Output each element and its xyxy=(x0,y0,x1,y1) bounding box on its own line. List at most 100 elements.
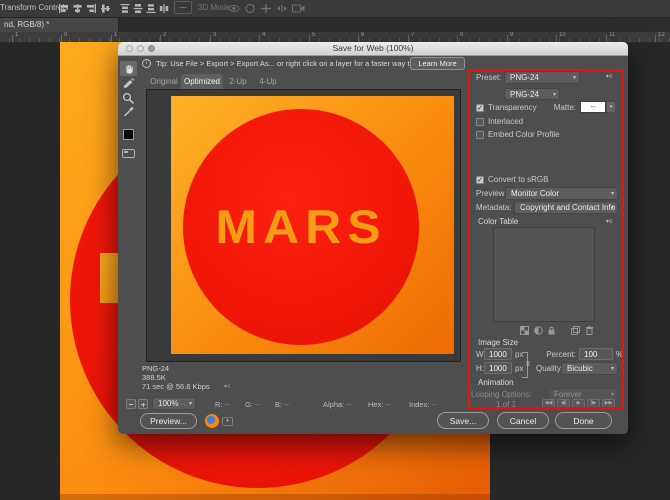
document-tab[interactable]: nd, RGB/8) * xyxy=(0,18,119,32)
new-color-icon[interactable] xyxy=(571,326,580,335)
play-button[interactable]: ▶ xyxy=(572,399,585,408)
quality-select[interactable]: Bicubic ▾ xyxy=(561,362,618,375)
pan-3d-icon[interactable] xyxy=(260,3,272,14)
zoom-tool[interactable] xyxy=(122,92,135,105)
matte-select-arrow[interactable]: ▾ xyxy=(606,101,616,113)
looping-options-label: Looping Options: xyxy=(471,390,532,400)
ruler-label: 5 xyxy=(312,32,315,38)
transparency-checkbox[interactable]: ✓ xyxy=(476,104,484,112)
cancel-button[interactable]: Cancel xyxy=(497,412,549,429)
preview-mode-value: Monitor Color xyxy=(511,189,559,198)
ruler-label: 0 xyxy=(64,32,67,38)
zoom-in-button[interactable] xyxy=(138,399,148,409)
document-tab-title: nd, RGB/8) * xyxy=(0,18,118,32)
done-button[interactable]: Done xyxy=(555,412,612,429)
camera-3d-icon[interactable] xyxy=(292,4,305,13)
distribute-bottom-icon[interactable] xyxy=(146,4,156,13)
preview-mode-select[interactable]: Monitor Color ▾ xyxy=(505,187,618,200)
minimize-window-button[interactable] xyxy=(137,45,144,52)
tab-original[interactable]: Original xyxy=(147,74,181,89)
preview-in-browser-button[interactable]: Preview... xyxy=(140,413,197,429)
ruler-label: 6 xyxy=(361,32,364,38)
convert-srgb-label: Convert to sRGB xyxy=(488,175,548,185)
delete-color-icon[interactable] xyxy=(585,326,594,335)
status-download-time: 71 sec @ 56.6 Kbps xyxy=(142,382,210,391)
width-input[interactable]: 1000 xyxy=(484,348,512,360)
previous-frame-button[interactable]: ◀| xyxy=(557,399,570,408)
last-frame-button[interactable]: ▶▶ xyxy=(602,399,615,408)
browser-select-arrow[interactable]: ▾ xyxy=(222,417,233,426)
tab-2up[interactable]: 2-Up xyxy=(223,74,253,89)
interlaced-label: Interlaced xyxy=(488,117,523,127)
status-menu-icon[interactable]: ▾≡ xyxy=(224,383,231,391)
orbit-3d-icon[interactable] xyxy=(228,3,240,14)
quality-label: Quality: xyxy=(536,364,563,374)
height-input[interactable]: 1000 xyxy=(484,362,512,374)
web-shift-icon[interactable] xyxy=(534,326,543,335)
slide-3d-icon[interactable] xyxy=(276,3,288,14)
ruler-label: 7 xyxy=(411,32,414,38)
animation-header: Animation xyxy=(478,378,514,388)
next-frame-button[interactable]: |▶ xyxy=(587,399,600,408)
ruler-label: 4 xyxy=(262,32,265,38)
zoom-level-select[interactable]: 100% ▾ xyxy=(152,397,196,410)
dialog-titlebar[interactable]: Save for Web (100%) xyxy=(118,42,628,56)
preview-mode-label: Preview: xyxy=(476,189,507,199)
height-label: H: xyxy=(476,364,484,374)
height-unit: px xyxy=(515,364,523,374)
link-dimensions-icon: ∞ xyxy=(523,361,532,367)
readout-alpha: Alpha: -- xyxy=(323,400,351,409)
ruler-label: 11 xyxy=(609,32,615,38)
metadata-value: Copyright and Contact Info xyxy=(520,203,615,212)
metadata-label: Metadata: xyxy=(476,203,512,213)
tab-optimized[interactable]: Optimized xyxy=(181,74,223,89)
roll-3d-icon[interactable] xyxy=(244,3,256,14)
zoom-level-value: 100% xyxy=(158,399,178,408)
status-format: PNG-24 xyxy=(142,364,169,373)
percent-input[interactable]: 100 xyxy=(579,348,613,360)
info-icon: i xyxy=(142,59,151,68)
preset-select[interactable]: PNG-24 ▾ xyxy=(504,71,580,84)
ruler-label: 2 xyxy=(163,32,166,38)
map-transparency-icon[interactable] xyxy=(520,326,529,335)
convert-srgb-checkbox[interactable]: ✓ xyxy=(476,176,484,184)
matte-value-box[interactable]: -- xyxy=(580,101,606,113)
document-tab-bar: nd, RGB/8) * xyxy=(0,18,670,32)
chevron-down-icon: ▾ xyxy=(611,190,614,198)
interlaced-checkbox[interactable] xyxy=(476,118,484,126)
ruler-label: 12 xyxy=(658,32,665,38)
metadata-select[interactable]: Copyright and Contact Info ▾ xyxy=(514,201,618,214)
browser-firefox-icon[interactable] xyxy=(205,414,219,428)
color-table-panel-menu-icon[interactable]: ▾≡ xyxy=(606,218,613,226)
zoom-window-button[interactable] xyxy=(148,45,155,52)
first-frame-button[interactable]: ◀◀ xyxy=(542,399,555,408)
transparency-label: Transparency xyxy=(488,103,537,113)
align-center-icon[interactable] xyxy=(72,4,83,13)
align-top-icon[interactable] xyxy=(100,4,111,13)
color-swatch[interactable] xyxy=(123,129,134,140)
percent-unit: % xyxy=(616,350,623,360)
preset-panel-menu-icon[interactable]: ▾≡ xyxy=(606,73,613,81)
chevron-down-icon: ▾ xyxy=(611,204,614,212)
tab-4up[interactable]: 4-Up xyxy=(253,74,283,89)
canvas-bottom-shade xyxy=(60,494,490,500)
more-options-button[interactable]: ... xyxy=(174,1,192,14)
lock-color-icon[interactable] xyxy=(547,326,556,335)
zoom-out-button[interactable] xyxy=(126,399,136,409)
eyedropper-tool[interactable] xyxy=(122,106,135,119)
toggle-slices-visibility-button[interactable] xyxy=(122,149,135,158)
distribute-top-icon[interactable] xyxy=(120,4,130,13)
readout-index: Index: -- xyxy=(409,400,437,409)
distribute-vcenter-icon[interactable] xyxy=(133,4,143,13)
format-select[interactable]: PNG-24 ▾ xyxy=(504,88,560,100)
status-file-size: 388.5K xyxy=(142,373,166,382)
distribute-hcenter-icon[interactable] xyxy=(159,4,169,13)
align-right-icon[interactable] xyxy=(86,4,97,13)
align-left-icon[interactable] xyxy=(58,4,69,13)
optimized-image[interactable]: MARS xyxy=(171,96,454,354)
preview-pane[interactable]: MARS xyxy=(146,89,461,362)
save-button[interactable]: Save... xyxy=(437,412,489,429)
learn-more-button[interactable]: Learn More xyxy=(410,57,465,70)
close-window-button[interactable] xyxy=(126,45,133,52)
embed-color-profile-checkbox[interactable] xyxy=(476,131,484,139)
